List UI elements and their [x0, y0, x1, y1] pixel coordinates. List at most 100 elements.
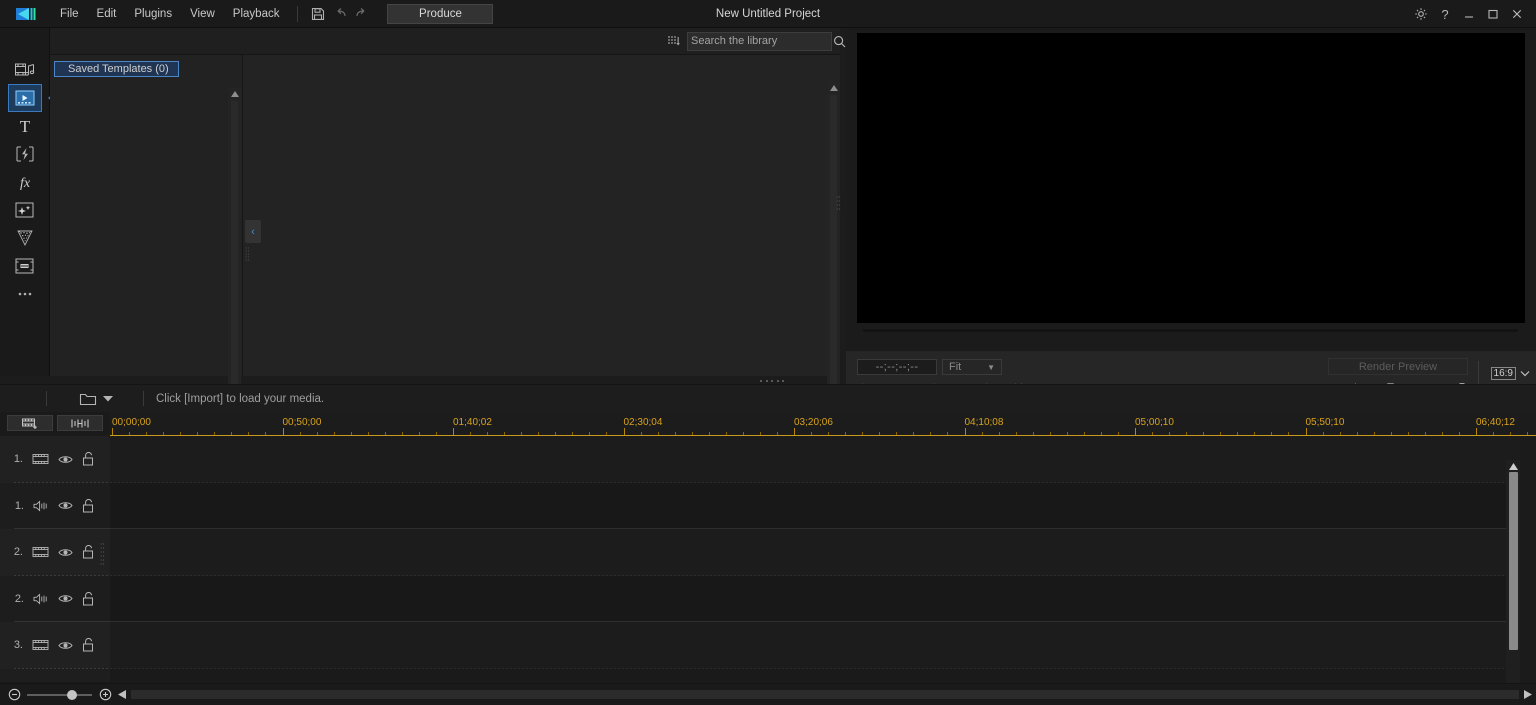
- track-number: 2.: [15, 593, 24, 605]
- save-disk-icon[interactable]: [307, 4, 329, 24]
- timeline-view-button[interactable]: [7, 415, 53, 431]
- preview-scrubber[interactable]: [863, 329, 1518, 332]
- panel-resize-grip[interactable]: [836, 195, 841, 213]
- ruler-label: 00;50;00: [283, 417, 322, 428]
- question-mark-icon[interactable]: ?: [1434, 3, 1456, 25]
- storyboard-view-button[interactable]: [57, 415, 103, 431]
- zoom-fit-select[interactable]: Fit ▼: [942, 359, 1002, 375]
- unlock-icon[interactable]: [82, 452, 94, 466]
- unlock-icon[interactable]: [82, 592, 94, 606]
- library-tree: Saved Templates (0): [50, 55, 183, 376]
- ruler-label: 06;40;12: [1476, 417, 1515, 428]
- film-strip-icon: [32, 546, 49, 558]
- chevron-down-icon: [103, 395, 113, 402]
- timeline-ruler[interactable]: 00;00;0000;50;0001;40;0202;30;0403;20;06…: [110, 412, 1536, 436]
- ruler-label: 02;30;04: [624, 417, 663, 428]
- menu-playback[interactable]: Playback: [224, 4, 289, 24]
- ruler-label: 01;40;02: [453, 417, 492, 428]
- search-magnifier-icon[interactable]: [833, 35, 846, 48]
- track-lane-audio-2[interactable]: [110, 483, 1520, 530]
- close-icon[interactable]: [1506, 3, 1528, 25]
- timecode-display[interactable]: --;--;--;--: [857, 359, 937, 375]
- track-number: 3.: [14, 639, 23, 651]
- eye-icon[interactable]: [58, 500, 73, 511]
- library-tree-scrollbar[interactable]: [228, 88, 241, 404]
- sidebar-item-title-text[interactable]: T: [8, 112, 42, 140]
- zoom-slider-thumb[interactable]: [67, 690, 77, 700]
- eye-icon[interactable]: [58, 640, 73, 651]
- scroll-up-arrow[interactable]: [827, 82, 840, 94]
- track-lane-video-3[interactable]: [110, 529, 1520, 576]
- track-lane-video-1[interactable]: [110, 436, 1520, 483]
- search-input[interactable]: [691, 35, 833, 47]
- sidebar-item-video-templates[interactable]: [8, 84, 42, 112]
- minimize-icon[interactable]: [1458, 3, 1480, 25]
- unlock-icon[interactable]: [82, 545, 94, 559]
- eye-icon[interactable]: [58, 547, 73, 558]
- menu-edit[interactable]: Edit: [88, 4, 126, 24]
- sidebar-item-transitions[interactable]: [8, 140, 42, 168]
- redo-arrow-icon[interactable]: [351, 4, 373, 24]
- zoom-out-minus-icon[interactable]: [5, 686, 23, 704]
- sidebar-item-effects[interactable]: fx: [8, 168, 42, 196]
- horizontal-resize-grip[interactable]: [760, 378, 784, 384]
- produce-button[interactable]: Produce: [387, 4, 493, 24]
- scrollbar-track[interactable]: [830, 95, 837, 390]
- maximize-icon[interactable]: [1482, 3, 1504, 25]
- chevron-down-icon: ▼: [987, 363, 1001, 372]
- timeline-zoom-slider[interactable]: [27, 686, 92, 704]
- track-header-video-1[interactable]: 1.: [0, 436, 110, 483]
- ruler-label: 05;50;10: [1306, 417, 1345, 428]
- unlock-icon[interactable]: [82, 638, 94, 652]
- svg-text:T: T: [19, 117, 30, 136]
- sidebar-item-more-options[interactable]: [8, 280, 42, 308]
- eye-icon[interactable]: [58, 593, 73, 604]
- preview-video-surface[interactable]: [857, 33, 1525, 323]
- track-lane-video-5[interactable]: [110, 622, 1520, 669]
- library-content-scrollbar[interactable]: [827, 82, 840, 403]
- track-header-audio-2[interactable]: 1.: [0, 483, 110, 530]
- library-toolbar: [50, 28, 840, 55]
- chevron-left-icon[interactable]: ‹: [245, 220, 261, 243]
- zoom-slider-track: [27, 694, 92, 696]
- track-header-audio-4[interactable]: 2.: [0, 576, 110, 623]
- aspect-ratio-select[interactable]: 16:9: [1491, 365, 1530, 381]
- eye-icon[interactable]: [58, 454, 73, 465]
- track-lane-audio-4[interactable]: [110, 576, 1520, 623]
- sidebar-item-media-library[interactable]: [8, 56, 42, 84]
- scrollbar-thumb[interactable]: [1509, 472, 1518, 650]
- sidebar-item-overlays[interactable]: [8, 196, 42, 224]
- library-resize-grip[interactable]: [245, 246, 250, 262]
- search-box[interactable]: [687, 32, 832, 51]
- title-bar: File Edit Plugins View Playback Produce …: [0, 0, 1536, 28]
- scrollbar-track[interactable]: [231, 101, 238, 391]
- scroll-left-arrow[interactable]: [114, 686, 130, 704]
- grid-sort-icon[interactable]: [663, 32, 683, 50]
- chevron-down-icon: [1520, 370, 1530, 377]
- gear-icon[interactable]: [1410, 3, 1432, 25]
- timeline-tracks-area[interactable]: [110, 436, 1520, 682]
- library-tree-item-saved-templates[interactable]: Saved Templates (0): [54, 61, 179, 77]
- scroll-right-arrow[interactable]: [1520, 686, 1536, 704]
- menu-view[interactable]: View: [181, 4, 224, 24]
- track-header-video-5[interactable]: 3.: [0, 622, 110, 669]
- track-number: 1.: [15, 500, 24, 512]
- track-header-video-3[interactable]: 2.: [0, 529, 110, 576]
- scroll-up-arrow[interactable]: [1507, 460, 1520, 472]
- timeline-vertical-scrollbar[interactable]: [1506, 460, 1520, 705]
- sidebar-item-subtitles[interactable]: [8, 252, 42, 280]
- track-header-resize-grip[interactable]: [100, 542, 105, 568]
- render-preview-button[interactable]: Render Preview: [1328, 358, 1468, 375]
- menu-plugins[interactable]: Plugins: [125, 4, 181, 24]
- menu-file[interactable]: File: [51, 4, 88, 24]
- timeline-panel: 00;00;0000;50;0001;40;0202;30;0403;20;06…: [0, 412, 1536, 705]
- unlock-icon[interactable]: [82, 499, 94, 513]
- scroll-up-arrow[interactable]: [228, 88, 241, 100]
- zoom-in-plus-icon[interactable]: [96, 686, 114, 704]
- undo-arrow-icon[interactable]: [329, 4, 351, 24]
- speaker-icon: [33, 593, 49, 605]
- timeline-horizontal-scrollbar[interactable]: [131, 690, 1519, 699]
- media-folder-button[interactable]: [79, 392, 113, 406]
- sidebar-item-particles[interactable]: [8, 224, 42, 252]
- library-content-area[interactable]: [242, 55, 840, 376]
